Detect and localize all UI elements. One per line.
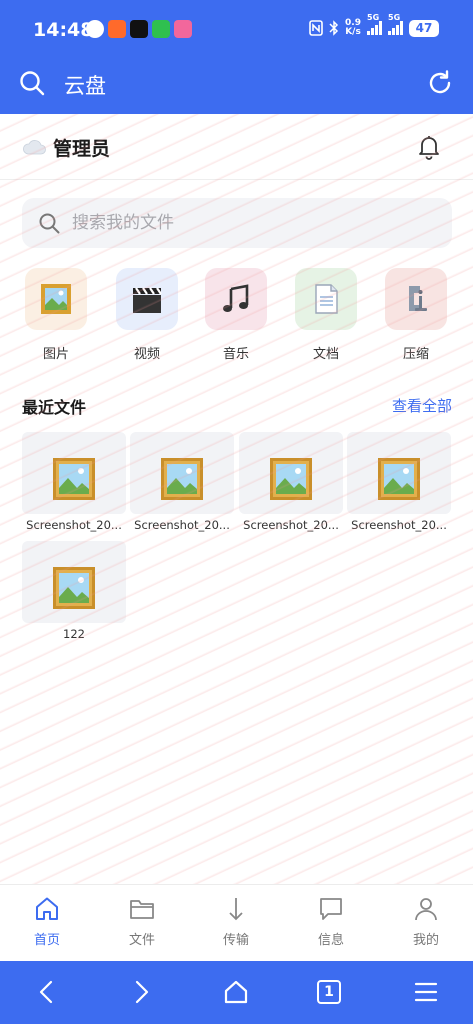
- folder-icon: [130, 900, 154, 919]
- home-icon[interactable]: [222, 978, 250, 1006]
- bottom-nav: 首页 文件 传输 信息 我的: [0, 884, 473, 961]
- user-name: 管理员: [53, 138, 111, 160]
- file-thumbnail: [22, 541, 126, 623]
- menu-icon[interactable]: [412, 978, 440, 1006]
- picture-icon: [53, 567, 95, 609]
- signal-bars-icon: [388, 21, 403, 35]
- nav-home[interactable]: 首页: [12, 895, 82, 948]
- file-name: Screenshot_20...: [351, 518, 447, 532]
- category-tile: [295, 268, 357, 330]
- category-label: 视频: [133, 347, 160, 362]
- search-input[interactable]: [72, 198, 432, 248]
- file-thumbnail: [22, 432, 126, 514]
- tabs-button[interactable]: 1: [317, 980, 341, 1004]
- tiktok-app-icon: [130, 20, 148, 38]
- nav-me[interactable]: 我的: [391, 895, 461, 948]
- download-arrow-icon: [229, 898, 243, 921]
- category-documents[interactable]: 文档: [286, 268, 366, 362]
- file-item[interactable]: Screenshot_20...: [22, 432, 126, 532]
- signal-2: 5G: [388, 13, 403, 35]
- category-pictures[interactable]: 图片: [16, 268, 96, 362]
- system-nav-bar: 1: [0, 961, 473, 1024]
- search-icon[interactable]: [19, 70, 45, 96]
- picture-icon: [378, 458, 420, 500]
- bluetooth-icon: [329, 20, 339, 36]
- document-icon: [315, 284, 338, 314]
- bell-icon[interactable]: [417, 134, 441, 160]
- category-videos[interactable]: 视频: [107, 268, 187, 362]
- status-bar: 14:48 0.9 K/s 5G 5G 47: [0, 0, 473, 58]
- category-label: 图片: [42, 347, 69, 362]
- file-item[interactable]: Screenshot_20...: [130, 432, 234, 532]
- nav-label: 文件: [128, 933, 155, 948]
- clapperboard-icon: [133, 287, 162, 313]
- music-note-icon: [223, 284, 249, 312]
- wechat-app-icon: [152, 20, 170, 38]
- forward-icon[interactable]: [127, 978, 155, 1006]
- nav-label: 信息: [317, 933, 344, 948]
- picture-icon: [53, 458, 95, 500]
- category-row: 图片 视频 音乐 文档 压缩: [0, 268, 473, 368]
- nav-label: 首页: [33, 933, 60, 948]
- battery-indicator: 47: [409, 19, 439, 37]
- clamp-icon: [409, 286, 427, 311]
- status-time: 14:48: [33, 19, 94, 41]
- bilibili-app-icon: [174, 20, 192, 38]
- sim1-label: 5G: [367, 13, 380, 22]
- nav-messages[interactable]: 信息: [296, 895, 366, 948]
- user-header: 管理员: [0, 114, 473, 180]
- category-tile: [25, 268, 87, 330]
- category-label: 文档: [312, 347, 339, 362]
- category-label: 音乐: [222, 347, 249, 362]
- nfc-icon: [309, 20, 323, 36]
- category-label: 压缩: [402, 347, 429, 362]
- file-name: Screenshot_20...: [134, 518, 230, 532]
- assistant-app-icon: [86, 20, 104, 38]
- nav-label: 传输: [222, 933, 249, 948]
- picture-icon: [270, 458, 312, 500]
- nav-label: 我的: [412, 933, 439, 948]
- file-name: 122: [63, 627, 85, 641]
- file-search-box[interactable]: [22, 198, 452, 248]
- category-tile: [116, 268, 178, 330]
- file-name: Screenshot_20...: [26, 518, 122, 532]
- search-icon: [39, 213, 60, 234]
- person-icon: [415, 898, 437, 921]
- refresh-icon[interactable]: [427, 70, 453, 96]
- category-tile: [385, 268, 447, 330]
- file-item[interactable]: 122: [22, 541, 126, 641]
- file-item[interactable]: Screenshot_20...: [239, 432, 343, 532]
- notification-icons: [86, 20, 192, 38]
- signal-1: 5G: [367, 13, 382, 35]
- back-icon[interactable]: [33, 978, 61, 1006]
- nav-files[interactable]: 文件: [107, 895, 177, 948]
- picture-icon: [41, 284, 71, 314]
- cloud-icon: [23, 140, 46, 155]
- message-icon: [320, 898, 342, 920]
- home-icon: [36, 897, 58, 920]
- see-all-link[interactable]: 查看全部: [392, 395, 452, 416]
- category-music[interactable]: 音乐: [196, 268, 276, 362]
- taobao-app-icon: [108, 20, 126, 38]
- category-tile: [205, 268, 267, 330]
- file-name: Screenshot_20...: [243, 518, 339, 532]
- top-bar: 14:48 0.9 K/s 5G 5G 47 云盘: [0, 0, 473, 114]
- sim2-label: 5G: [388, 13, 401, 22]
- file-thumbnail: [130, 432, 234, 514]
- app-title: 云盘: [64, 74, 106, 98]
- net-speed-unit: K/s: [345, 27, 361, 37]
- app-bar: 云盘: [0, 58, 473, 114]
- picture-icon: [161, 458, 203, 500]
- signal-bars-icon: [367, 21, 382, 35]
- nav-transfer[interactable]: 传输: [201, 895, 271, 948]
- status-right: 0.9 K/s 5G 5G 47: [309, 13, 439, 37]
- net-speed: 0.9 K/s: [345, 19, 361, 37]
- recent-files-title: 最近文件: [22, 398, 87, 417]
- file-thumbnail: [347, 432, 451, 514]
- file-item[interactable]: Screenshot_20...: [347, 432, 451, 532]
- file-thumbnail: [239, 432, 343, 514]
- category-archives[interactable]: 压缩: [376, 268, 456, 362]
